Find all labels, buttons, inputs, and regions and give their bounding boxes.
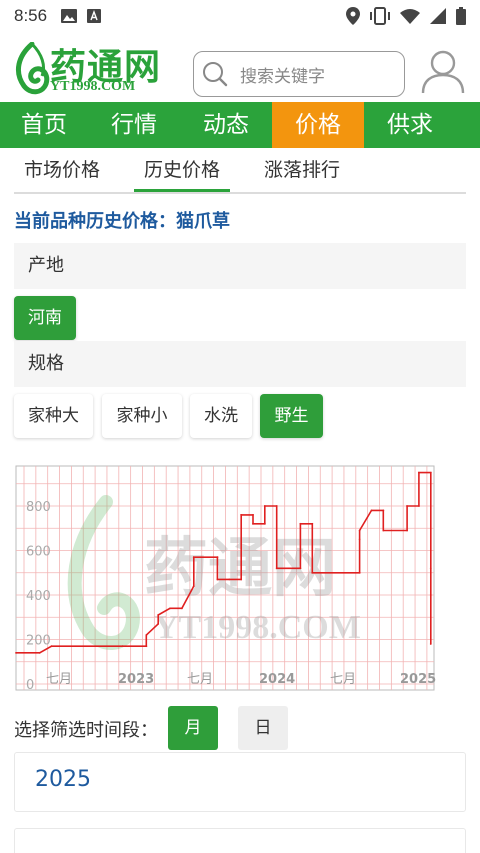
price-data-point	[145, 634, 148, 636]
spec-option-washed[interactable]: 水洗	[190, 394, 252, 438]
period-day-button[interactable]: 日	[238, 706, 288, 750]
year-list-item[interactable]: 2025	[14, 752, 466, 812]
period-label: 选择筛选时间段：	[14, 720, 158, 741]
x-tick-label: 2024	[259, 672, 295, 687]
price-data-point	[358, 538, 361, 541]
x-tick-label: 七月	[330, 672, 356, 687]
price-data-point	[358, 529, 361, 532]
price-data-point	[370, 509, 373, 512]
y-tick-label: 400	[26, 589, 51, 604]
price-data-point	[263, 505, 266, 507]
price-data-point	[252, 522, 254, 525]
price-data-point	[121, 645, 124, 648]
price-data-point	[240, 514, 243, 516]
nav-news[interactable]: 动态	[180, 102, 272, 148]
nav-price[interactable]: 价格	[272, 102, 364, 148]
x-tick-label: 2023	[118, 672, 154, 687]
price-data-point	[429, 567, 432, 570]
price-data-point	[275, 505, 278, 507]
price-data-point	[311, 522, 314, 525]
price-data-point	[216, 556, 219, 559]
origin-label: 产地	[14, 243, 466, 289]
nav-home[interactable]: 首页	[0, 102, 88, 148]
price-data-point	[429, 471, 432, 474]
price-data-point	[429, 643, 432, 645]
nav-market[interactable]: 行情	[88, 102, 180, 148]
chart-svg: 药通网YT1998.COM 0 200 400 600 800 七月 2023 七月 2024 七月…	[15, 465, 436, 693]
x-tick-label: 2025	[400, 672, 436, 687]
price-data-point	[406, 529, 408, 532]
site-logo[interactable]: 药通网 YT1998.COM	[12, 38, 162, 98]
price-data-point	[192, 556, 195, 559]
y-tick-label: 200	[26, 634, 51, 649]
nav-supply[interactable]: 供求	[364, 102, 456, 148]
status-bar: 8:56	[0, 0, 480, 32]
price-data-point	[418, 471, 420, 474]
year-list-item-next[interactable]	[14, 828, 466, 853]
price-data-point	[418, 505, 420, 507]
price-data-point	[311, 571, 314, 574]
price-data-point	[299, 522, 302, 525]
status-time: 8:56	[14, 6, 48, 25]
price-data-point	[192, 585, 195, 587]
y-tick-label: 600	[26, 545, 51, 560]
header: 药通网 YT1998.COM 搜索关键字	[0, 36, 480, 102]
tab-history-price[interactable]: 历史价格	[134, 150, 231, 192]
price-data-point	[429, 594, 432, 596]
origin-option-henan[interactable]: 河南	[14, 296, 76, 340]
battery-icon	[456, 7, 466, 25]
price-data-point	[50, 645, 53, 648]
page-title: 当前品种历史价格：猫爪草	[14, 211, 230, 232]
font-app-icon	[87, 9, 102, 23]
price-data-point	[275, 567, 278, 570]
price-data-point	[382, 529, 385, 532]
price-data-point	[216, 578, 219, 581]
spec-label: 规格	[14, 341, 466, 387]
search-input[interactable]: 搜索关键字	[193, 51, 405, 97]
price-data-point	[252, 514, 254, 516]
signal-icon	[430, 8, 446, 24]
price-data-point	[228, 578, 231, 581]
price-data-point	[145, 645, 148, 648]
main-nav: 首页 行情 动态 价格 供求	[0, 102, 480, 148]
y-tick-label: 800	[26, 500, 51, 515]
spec-option-home-large[interactable]: 家种大	[14, 394, 93, 438]
chart-watermark-text: 药通网	[144, 531, 336, 606]
price-data-point	[157, 623, 160, 625]
price-data-point	[263, 522, 266, 525]
logo-subtext: YT1998.COM	[50, 79, 136, 94]
year-label: 2025	[35, 767, 91, 792]
leaf-logo-icon	[15, 42, 50, 95]
period-month-button[interactable]: 月	[168, 706, 218, 750]
price-subtabs: 市场价格 历史价格 涨落排行	[14, 150, 466, 194]
tab-market-price[interactable]: 市场价格	[14, 150, 110, 192]
vibrate-icon	[370, 7, 390, 25]
price-data-point	[181, 607, 183, 610]
spec-option-home-small[interactable]: 家种小	[102, 394, 182, 438]
price-data-point	[157, 614, 160, 616]
price-data-point	[15, 651, 17, 654]
price-data-point	[38, 651, 41, 654]
y-tick-label: 0	[26, 678, 34, 693]
gallery-icon	[61, 9, 78, 23]
tab-ranking[interactable]: 涨落排行	[254, 150, 350, 192]
user-avatar-icon[interactable]	[420, 48, 466, 94]
price-data-point	[382, 509, 385, 512]
chart-watermark-subtext: YT1998.COM	[154, 609, 361, 646]
price-data-point	[169, 607, 171, 610]
price-data-point	[299, 567, 302, 570]
x-tick-label: 七月	[46, 672, 72, 687]
wifi-icon	[400, 9, 420, 24]
search-placeholder: 搜索关键字	[240, 66, 325, 87]
price-data-point	[240, 578, 243, 581]
price-data-point	[406, 505, 408, 507]
price-history-chart: 药通网 YT1998.COM 0 200 400 600 800 七月 2023 七月 2024 七月…	[14, 462, 442, 694]
x-tick-label: 七月	[187, 672, 213, 687]
spec-option-wild[interactable]: 野生	[260, 394, 323, 438]
price-data-point	[358, 571, 361, 574]
location-icon	[346, 7, 360, 25]
search-icon	[203, 62, 228, 87]
